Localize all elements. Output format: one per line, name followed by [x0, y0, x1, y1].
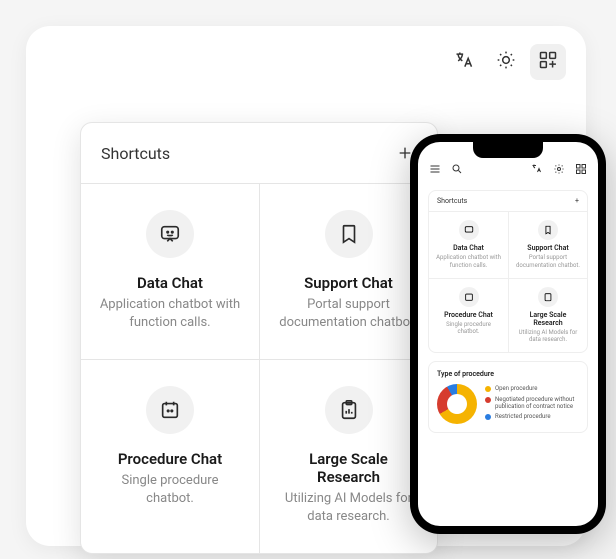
tile-desc: Utilizing AI Models for data research. — [278, 490, 419, 525]
phone-shortcuts-panel: Shortcuts + Data Chat Application chatbo… — [428, 190, 588, 353]
tile-title: Data Chat — [435, 244, 502, 252]
phone-notch — [473, 142, 543, 158]
legend-label: Open procedure — [495, 385, 537, 392]
translate-icon — [454, 50, 474, 74]
tile-desc: Application chatbot with function calls. — [99, 296, 241, 331]
sun-icon[interactable] — [552, 162, 566, 176]
apps-button[interactable] — [530, 44, 566, 80]
legend-item: Negotiated procedure without publication… — [485, 396, 579, 410]
shortcuts-grid: Data Chat Application chatbot with funct… — [81, 183, 437, 553]
tile-title: Procedure Chat — [99, 450, 241, 468]
shortcut-tile-data-chat[interactable]: Data Chat Application chatbot with funct… — [81, 183, 259, 359]
theme-button[interactable] — [488, 44, 524, 80]
phone-add-button[interactable]: + — [575, 197, 579, 205]
donut-chart — [437, 384, 477, 424]
apps-grid-icon — [538, 50, 558, 74]
phone-chart-card: Type of procedure Open procedure Negotia… — [428, 361, 588, 433]
chart-legend: Open procedure Negotiated procedure with… — [485, 385, 579, 423]
phone-tile-data-chat[interactable]: Data Chat Application chatbot with funct… — [429, 211, 508, 278]
calendar-chat-icon — [459, 287, 479, 307]
tile-title: Procedure Chat — [435, 311, 502, 319]
tile-title: Data Chat — [99, 274, 241, 292]
tile-title: Support Chat — [515, 244, 581, 252]
top-toolbar — [26, 26, 586, 98]
apps-grid-icon[interactable] — [574, 162, 588, 176]
sun-icon — [496, 50, 516, 74]
legend-label: Negotiated procedure without publication… — [495, 396, 579, 410]
search-icon[interactable] — [450, 162, 464, 176]
tile-title: Large Scale Research — [515, 311, 581, 327]
phone-shortcuts-title: Shortcuts — [437, 197, 467, 205]
tile-title: Support Chat — [278, 274, 419, 292]
menu-icon[interactable] — [428, 162, 442, 176]
phone-screen: Shortcuts + Data Chat Application chatbo… — [418, 142, 598, 526]
chat-smile-icon — [146, 210, 194, 258]
tile-desc: Single procedure chatbot. — [435, 321, 502, 337]
clipboard-chart-icon — [538, 287, 558, 307]
chart-title: Type of procedure — [437, 370, 579, 378]
legend-dot — [485, 397, 491, 403]
translate-button[interactable] — [446, 44, 482, 80]
tile-desc: Portal support documentation chatbot. — [278, 296, 419, 331]
calendar-chat-icon — [146, 386, 194, 434]
legend-item: Restricted procedure — [485, 413, 579, 420]
bookmark-icon — [538, 220, 558, 240]
phone-tile-support-chat[interactable]: Support Chat Portal support documentatio… — [508, 211, 587, 278]
tile-desc: Single procedure chatbot. — [99, 472, 241, 507]
bookmark-icon — [325, 210, 373, 258]
shortcuts-panel: Shortcuts Data Chat Application chatbot — [80, 122, 438, 554]
legend-label: Restricted procedure — [495, 413, 551, 420]
phone-tile-research[interactable]: Large Scale Research Utilizing AI Models… — [508, 278, 587, 353]
tile-desc: Utilizing AI Models for data research. — [515, 329, 581, 345]
legend-dot — [485, 386, 491, 392]
tile-desc: Application chatbot with function calls. — [435, 254, 502, 270]
shortcuts-header: Shortcuts — [81, 123, 437, 183]
legend-item: Open procedure — [485, 385, 579, 392]
shortcut-tile-procedure-chat[interactable]: Procedure Chat Single procedure chatbot. — [81, 359, 259, 553]
clipboard-chart-icon — [325, 386, 373, 434]
translate-icon[interactable] — [530, 162, 544, 176]
tile-desc: Portal support documentation chatbot. — [515, 254, 581, 270]
phone-mockup: Shortcuts + Data Chat Application chatbo… — [410, 134, 606, 534]
chat-smile-icon — [459, 220, 479, 240]
legend-dot — [485, 414, 491, 420]
phone-tile-procedure-chat[interactable]: Procedure Chat Single procedure chatbot. — [429, 278, 508, 353]
shortcuts-title: Shortcuts — [101, 144, 170, 163]
tile-title: Large Scale Research — [278, 450, 419, 486]
